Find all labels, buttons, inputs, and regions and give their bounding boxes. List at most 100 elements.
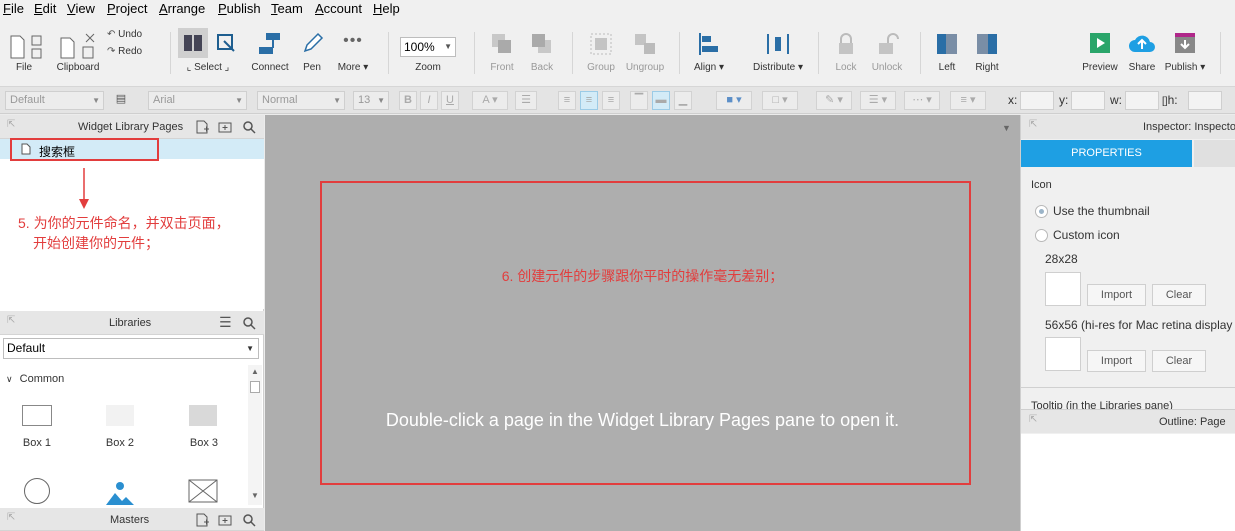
- placeholder-widget-icon[interactable]: [188, 479, 218, 503]
- front-button[interactable]: Front: [484, 28, 520, 74]
- import-small-button[interactable]: Import: [1087, 284, 1146, 306]
- font-size-select[interactable]: 13 ▼: [353, 91, 389, 110]
- align-button[interactable]: Align ▾: [688, 28, 730, 74]
- valign-bottom-button[interactable]: ▁: [674, 91, 692, 110]
- collapse-icon[interactable]: ⇱: [7, 119, 15, 130]
- italic-button[interactable]: I: [420, 91, 438, 110]
- clear-small-button[interactable]: Clear: [1152, 284, 1206, 306]
- w-input[interactable]: [1125, 91, 1159, 110]
- publish-button[interactable]: Publish ▾: [1162, 28, 1208, 74]
- widget-ellipse[interactable]: [24, 478, 50, 504]
- collapse-icon[interactable]: ⇱: [7, 512, 15, 523]
- file-button[interactable]: File: [2, 30, 46, 74]
- add-page-icon[interactable]: [195, 120, 209, 134]
- select-tool[interactable]: ⌞ Select ⌟: [178, 28, 238, 74]
- format-painter-icon[interactable]: ▤: [112, 91, 130, 110]
- align-text-center-button[interactable]: ≡: [580, 91, 598, 110]
- x-input[interactable]: [1020, 91, 1054, 110]
- distribute-button[interactable]: Distribute ▾: [750, 28, 806, 74]
- scroll-thumb[interactable]: [250, 381, 260, 393]
- widget-box-3[interactable]: [189, 405, 217, 426]
- line-color-icon: ✎ ▾: [825, 94, 843, 106]
- align-text-left-button[interactable]: ≡: [558, 91, 576, 110]
- connect-tool[interactable]: Connect: [248, 28, 292, 74]
- widget-box-2[interactable]: [106, 405, 134, 426]
- more-button[interactable]: ••• More ▾: [333, 28, 373, 74]
- scroll-down-icon[interactable]: ▼: [251, 491, 259, 500]
- undo-button[interactable]: ↶ Undo: [107, 29, 151, 43]
- valign-middle-button[interactable]: ▬: [652, 91, 670, 110]
- collapse-icon[interactable]: ⇱: [7, 315, 15, 326]
- menu-view[interactable]: View: [67, 1, 95, 16]
- menu-help[interactable]: Help: [373, 1, 400, 16]
- tooltip-field-label: Tooltip (in the Libraries pane): [1031, 400, 1173, 409]
- share-label: Share: [1128, 62, 1156, 73]
- collapse-icon[interactable]: ⇱: [1029, 119, 1037, 130]
- menu-arrange[interactable]: Arrange: [159, 1, 205, 16]
- tab-properties[interactable]: PROPERTIES: [1021, 140, 1192, 167]
- y-input[interactable]: [1071, 91, 1105, 110]
- search-icon[interactable]: [242, 513, 256, 527]
- fill-color-button[interactable]: ■ ▾: [716, 91, 752, 110]
- bullet-list-button[interactable]: ☰: [515, 91, 537, 110]
- menu-account[interactable]: Account: [315, 1, 362, 16]
- clear-large-button[interactable]: Clear: [1152, 350, 1206, 372]
- menu-icon[interactable]: ☰: [219, 314, 232, 331]
- style-select[interactable]: Default ▼: [5, 91, 104, 110]
- library-group-header[interactable]: ∨ Common: [6, 373, 64, 385]
- tab-style[interactable]: [1194, 140, 1235, 167]
- use-thumbnail-radio[interactable]: [1035, 205, 1048, 218]
- preview-button[interactable]: Preview: [1080, 28, 1120, 74]
- font-color-button[interactable]: A ▾: [472, 91, 508, 110]
- pen-tool[interactable]: Pen: [294, 28, 330, 74]
- shadow-button[interactable]: □ ▾: [762, 91, 798, 110]
- library-select[interactable]: Default ▼: [3, 338, 259, 359]
- menu-file[interactable]: File: [3, 1, 24, 16]
- ungroup-button[interactable]: Ungroup: [624, 28, 666, 74]
- left-panels: ⇱ Widget Library Pages 搜索框 5. 为你的元件命名，并双…: [0, 115, 264, 531]
- search-icon[interactable]: [242, 120, 256, 134]
- distribute-icon: [767, 34, 789, 54]
- line-style-button[interactable]: ⋯ ▾: [904, 91, 940, 110]
- group-button[interactable]: Group: [582, 28, 620, 74]
- collapse-icon[interactable]: ⇱: [1029, 414, 1037, 425]
- valign-top-button[interactable]: ▔: [630, 91, 648, 110]
- left-dock-button[interactable]: Left: [930, 28, 964, 74]
- add-folder-icon[interactable]: [218, 513, 232, 527]
- add-folder-icon[interactable]: [218, 120, 232, 134]
- scroll-up-icon[interactable]: ▲: [251, 367, 259, 376]
- import-large-button[interactable]: Import: [1087, 350, 1146, 372]
- bold-button[interactable]: B: [399, 91, 417, 110]
- image-widget-icon[interactable]: [105, 476, 135, 506]
- arrow-style-button[interactable]: ≡ ▾: [950, 91, 986, 110]
- redo-button[interactable]: ↷ Redo: [107, 46, 151, 60]
- canvas[interactable]: ▼ 6. 创建元件的步骤跟你平时的操作毫无差别； Double-click a …: [265, 115, 1020, 531]
- font-weight-select[interactable]: Normal ▼: [257, 91, 345, 110]
- custom-icon-radio[interactable]: [1035, 229, 1048, 242]
- menu-project[interactable]: Project: [107, 1, 147, 16]
- line-color-button[interactable]: ✎ ▾: [816, 91, 852, 110]
- back-button[interactable]: Back: [524, 28, 560, 74]
- library-scrollbar[interactable]: ▲ ▼: [248, 365, 262, 505]
- outline-title: Outline: Page: [1159, 416, 1226, 428]
- search-icon[interactable]: [242, 316, 256, 330]
- line-width-button[interactable]: ☰ ▾: [860, 91, 896, 110]
- h-input[interactable]: [1188, 91, 1222, 110]
- lock-button[interactable]: Lock: [828, 28, 864, 74]
- add-master-icon[interactable]: [195, 513, 209, 527]
- canvas-menu-icon[interactable]: ▼: [1002, 123, 1011, 133]
- widget-box-1[interactable]: [22, 405, 52, 426]
- menu-team[interactable]: Team: [271, 1, 303, 16]
- align-text-right-button[interactable]: ≡: [602, 91, 620, 110]
- valign-top-icon: ▔: [634, 94, 644, 106]
- select-icon: [184, 35, 202, 51]
- menu-publish[interactable]: Publish: [218, 1, 261, 16]
- font-select[interactable]: Arial ▼: [148, 91, 247, 110]
- underline-button[interactable]: U: [441, 91, 459, 110]
- zoom-select[interactable]: 100% ▼: [400, 37, 456, 57]
- menu-edit[interactable]: Edit: [34, 1, 56, 16]
- share-button[interactable]: Share: [1124, 28, 1160, 74]
- right-dock-button[interactable]: Right: [970, 28, 1004, 74]
- clipboard-button[interactable]: Clipboard: [52, 30, 104, 74]
- unlock-button[interactable]: Unlock: [868, 28, 906, 74]
